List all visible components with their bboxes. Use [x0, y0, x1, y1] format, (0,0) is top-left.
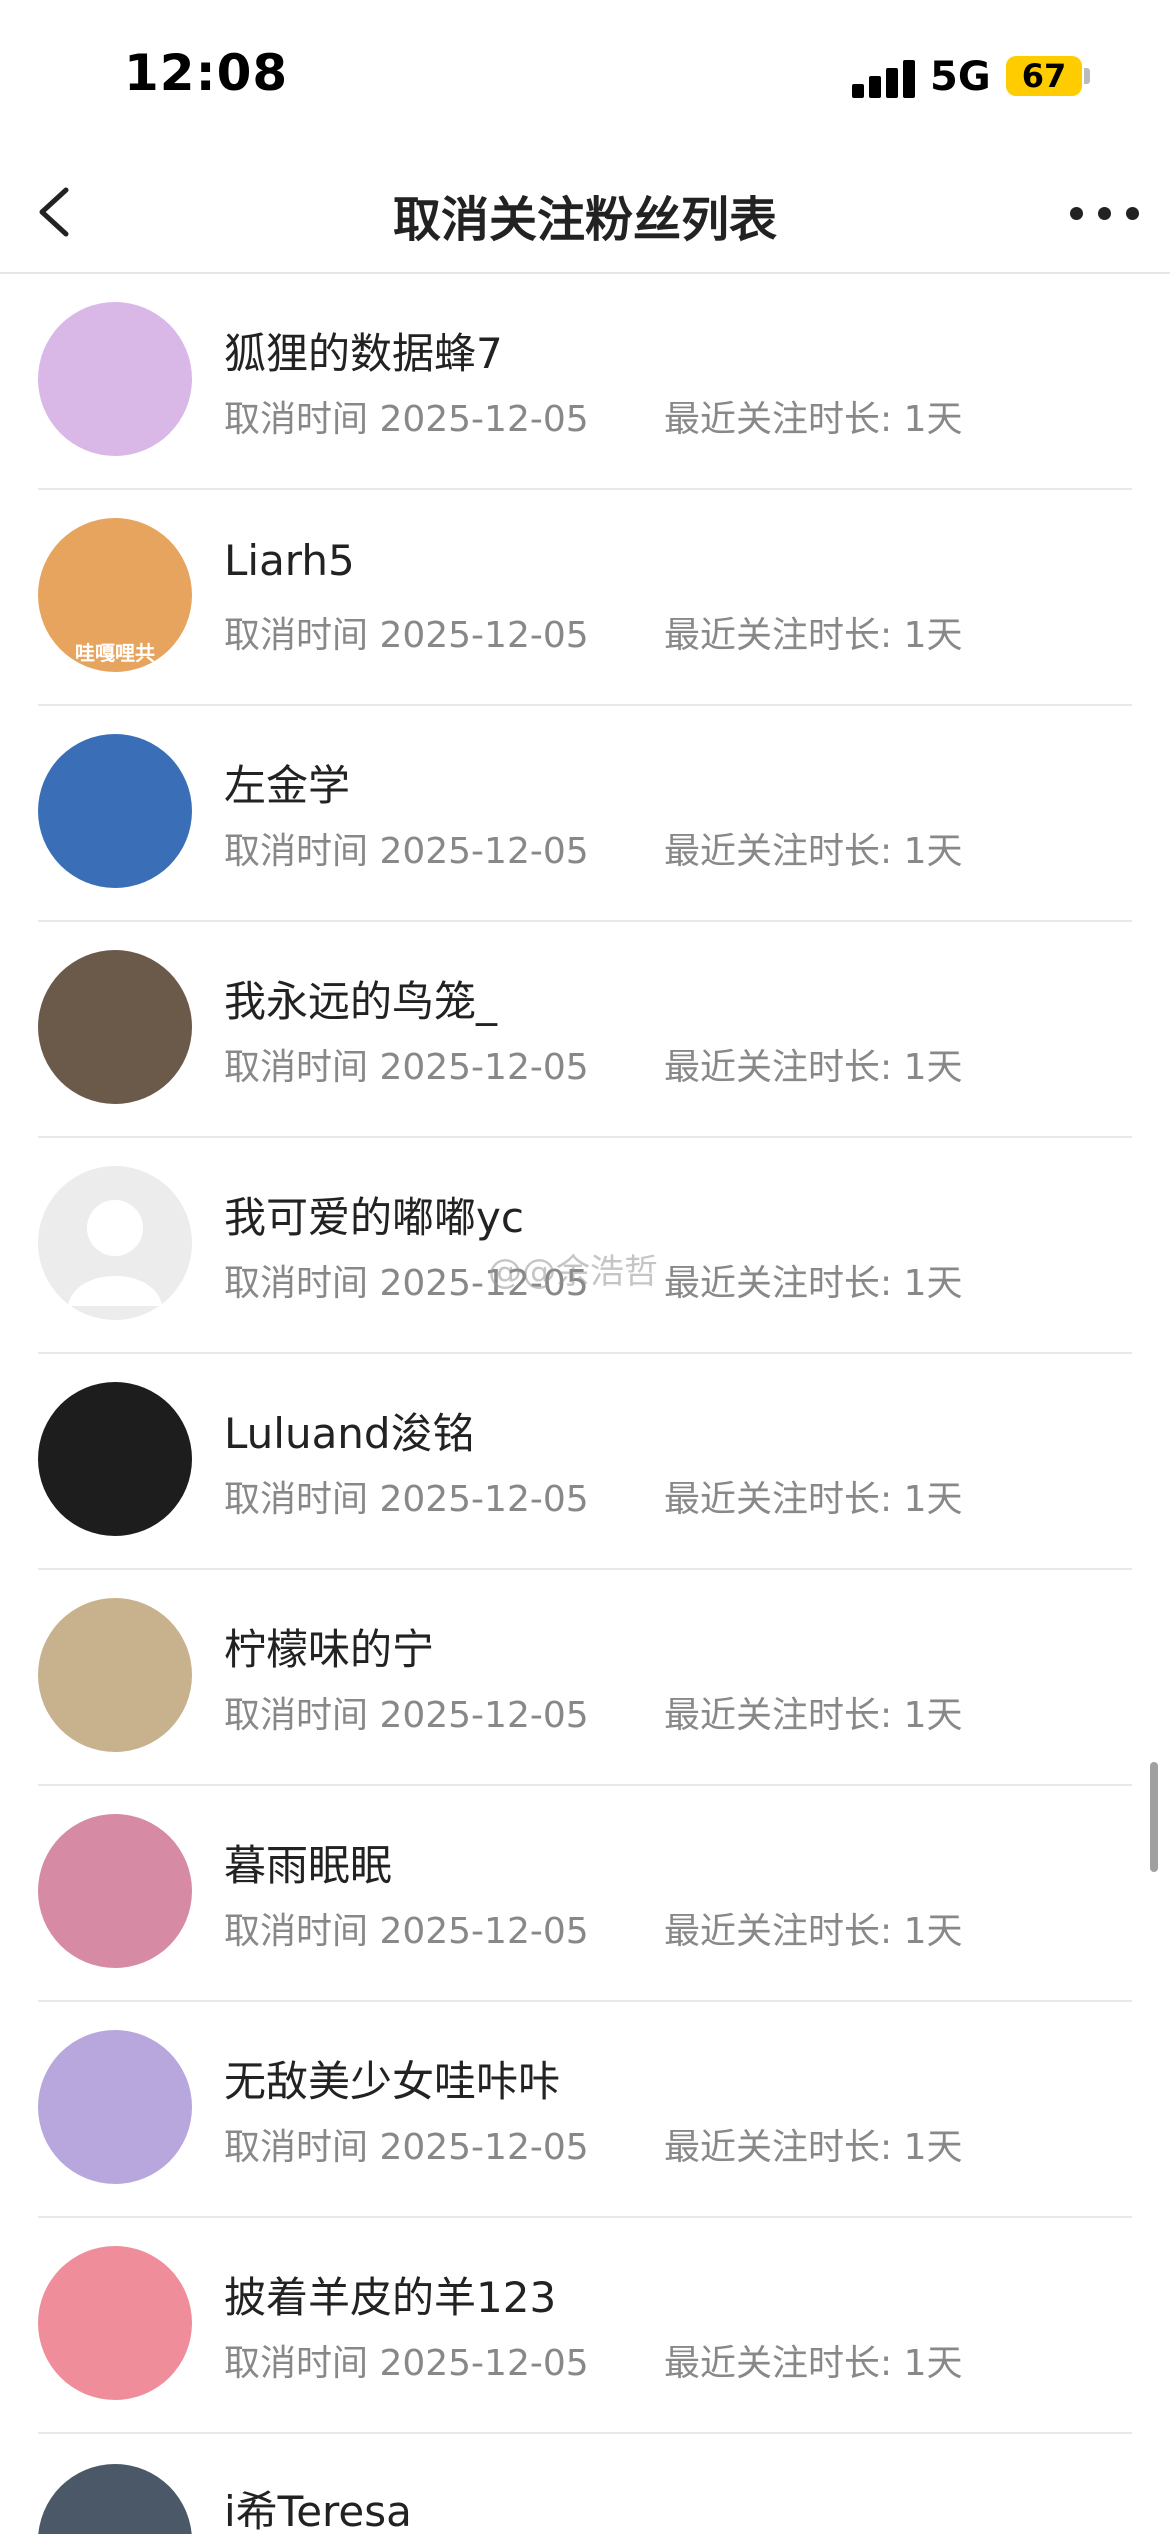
follow-duration: 最近关注时长: 1天	[664, 1911, 963, 1952]
follow-duration: 最近关注时长: 1天	[664, 831, 963, 872]
list-item[interactable]: 暮雨眠眠取消时间 2025-12-05 最近关注时长: 1天	[0, 1786, 1170, 2002]
status-bar: 12:08 5G 67	[0, 0, 1170, 150]
default-avatar-icon	[68, 1200, 162, 1306]
network-type: 5G	[930, 54, 991, 100]
unfollow-meta: 取消时间 2025-12-05 最近关注时长: 1天	[224, 1038, 962, 1090]
user-name[interactable]: i希Teresa	[224, 2478, 412, 2534]
avatar[interactable]	[38, 302, 192, 456]
status-time: 12:08	[124, 44, 289, 102]
avatar[interactable]: 哇嘎哩共	[38, 518, 192, 672]
cancel-time: 取消时间 2025-12-05	[224, 615, 589, 656]
battery-icon: 67	[1006, 56, 1082, 96]
avatar[interactable]	[38, 1382, 192, 1536]
user-name[interactable]: Liarh5	[224, 536, 355, 585]
unfollow-meta: 取消时间 2025-12-05 最近关注时长: 1天	[224, 1686, 962, 1738]
user-name[interactable]: 柠檬味的宁	[224, 1616, 434, 1677]
user-name[interactable]: 狐狸的数据蜂7	[224, 320, 503, 381]
more-dots-icon	[1070, 207, 1083, 220]
list-item[interactable]: 无敌美少女哇咔咔取消时间 2025-12-05 最近关注时长: 1天	[0, 2002, 1170, 2218]
list-item[interactable]: Luluand浚铭取消时间 2025-12-05 最近关注时长: 1天	[0, 1354, 1170, 1570]
avatar[interactable]	[38, 950, 192, 1104]
user-name[interactable]: Luluand浚铭	[224, 1400, 475, 1461]
cancel-time: 取消时间 2025-12-05	[224, 2343, 589, 2384]
page-title: 取消关注粉丝列表	[392, 192, 777, 248]
user-name[interactable]: 左金学	[224, 752, 350, 813]
unfollow-meta: 取消时间 2025-12-05 最近关注时长: 1天	[224, 1470, 962, 1522]
user-name[interactable]: 我永远的鸟笼_	[224, 968, 497, 1029]
user-name[interactable]: 我可爱的嘟嘟yc	[224, 1184, 524, 1245]
avatar[interactable]	[38, 734, 192, 888]
avatar-text: 哇嘎哩共	[75, 641, 155, 665]
avatar[interactable]	[38, 1598, 192, 1752]
watermark: @@余浩哲	[488, 1252, 658, 1292]
unfollow-meta: 取消时间 2025-12-05 最近关注时长: 1天	[224, 1902, 962, 1954]
unfollowed-fans-list: 狐狸的数据蜂7 取消时间 2025-12-05 最近关注时长: 1天 哇嘎哩共 Liar…	[0, 274, 1170, 2534]
user-name[interactable]: 无敌美少女哇咔咔	[224, 2048, 560, 2109]
list-item[interactable]: 披着羊皮的羊123 取消时间 2025-12-05 最近关注时长: 1天	[0, 2218, 1170, 2434]
user-name[interactable]: 披着羊皮的羊123	[224, 2264, 556, 2325]
follow-duration: 最近关注时长: 1天	[664, 2343, 963, 2384]
avatar[interactable]	[38, 2030, 192, 2184]
user-name[interactable]: 暮雨眠眠	[224, 1832, 392, 1893]
follow-duration: 最近关注时长: 1天	[664, 1479, 963, 1520]
cancel-time: 取消时间 2025-12-05	[224, 1695, 589, 1736]
cancel-time: 取消时间 2025-12-05	[224, 1479, 589, 1520]
unfollow-meta: 取消时间 2025-12-05 最近关注时长: 1天	[224, 2334, 962, 2386]
follow-duration: 最近关注时长: 1天	[664, 2127, 963, 2168]
unfollow-meta: 取消时间 2025-12-05 最近关注时长: 1天	[224, 390, 962, 442]
list-item[interactable]: i希Teresa	[0, 2434, 1170, 2534]
cancel-time: 取消时间 2025-12-05	[224, 1047, 589, 1088]
cancel-time: 取消时间 2025-12-05	[224, 2127, 589, 2168]
follow-duration: 最近关注时长: 1天	[664, 615, 963, 656]
avatar[interactable]	[38, 1814, 192, 1968]
avatar[interactable]	[38, 1166, 192, 1320]
follow-duration: 最近关注时长: 1天	[664, 1263, 963, 1304]
cancel-time: 取消时间 2025-12-05	[224, 399, 589, 440]
unfollow-meta: 取消时间 2025-12-05 最近关注时长: 1天	[224, 606, 962, 658]
list-item[interactable]: 我永远的鸟笼_ 取消时间 2025-12-05 最近关注时长: 1天	[0, 922, 1170, 1138]
follow-duration: 最近关注时长: 1天	[664, 1047, 963, 1088]
list-item[interactable]: 哇嘎哩共 Liarh5 取消时间 2025-12-05 最近关注时长: 1天	[0, 490, 1170, 706]
follow-duration: 最近关注时长: 1天	[664, 1695, 963, 1736]
avatar[interactable]	[38, 2246, 192, 2400]
avatar[interactable]	[38, 2464, 192, 2534]
cancel-time: 取消时间 2025-12-05	[224, 1911, 589, 1952]
list-item[interactable]: 左金学取消时间 2025-12-05 最近关注时长: 1天	[0, 706, 1170, 922]
list-item[interactable]: 狐狸的数据蜂7 取消时间 2025-12-05 最近关注时长: 1天	[0, 274, 1170, 490]
unfollow-meta: 取消时间 2025-12-05 最近关注时长: 1天	[224, 822, 962, 874]
battery-cap	[1084, 68, 1090, 84]
follow-duration: 最近关注时长: 1天	[664, 399, 963, 440]
more-button[interactable]	[1060, 172, 1150, 252]
scrollbar[interactable]	[1150, 1762, 1158, 1872]
navigation-bar: 取消关注粉丝列表	[0, 150, 1170, 274]
signal-icon	[852, 58, 916, 98]
list-item[interactable]: 柠檬味的宁取消时间 2025-12-05 最近关注时长: 1天	[0, 1570, 1170, 1786]
cancel-time: 取消时间 2025-12-05	[224, 831, 589, 872]
unfollow-meta: 取消时间 2025-12-05 最近关注时长: 1天	[224, 2118, 962, 2170]
